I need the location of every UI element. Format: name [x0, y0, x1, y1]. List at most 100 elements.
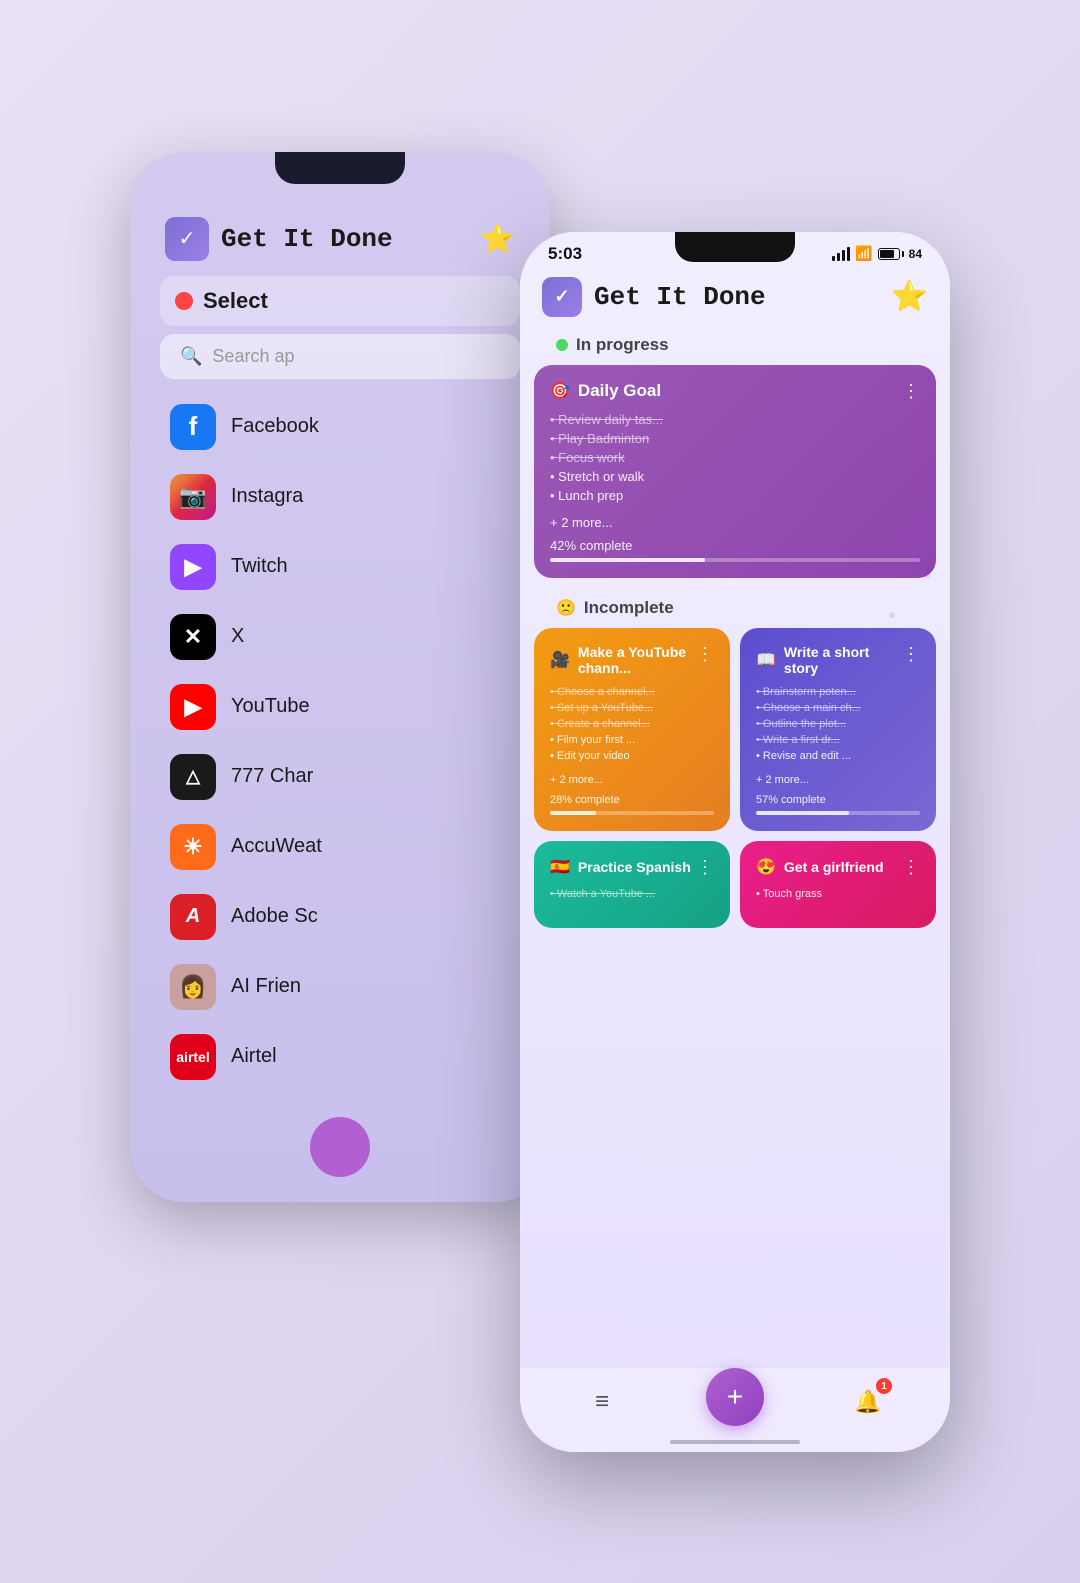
- progress-story: 57% complete: [756, 794, 920, 815]
- card-tasks-youtube: • Choose a channel... • Set up a YouTube…: [550, 684, 714, 764]
- card-menu-story[interactable]: ⋮: [902, 644, 920, 665]
- progress-bar-fill-story: [756, 811, 849, 815]
- x-icon: ✕: [170, 614, 216, 660]
- card-menu-girlfriend[interactable]: ⋮: [902, 857, 920, 878]
- wifi-icon: 📶: [855, 245, 872, 262]
- youtube-icon: ▶: [170, 684, 216, 730]
- progress-bar-fill-youtube: [550, 811, 596, 815]
- card-title-spanish: Practice Spanish: [578, 859, 691, 875]
- back-header: ✓ Get It Done ⭐: [150, 202, 530, 271]
- task-item: • Watch a YouTube ...: [550, 886, 714, 902]
- card-emoji-girlfriend: 😍: [756, 857, 776, 877]
- back-app-item-airtel[interactable]: airtel Airtel: [155, 1022, 525, 1092]
- card-tasks-girlfriend: • Touch grass: [756, 886, 920, 902]
- card-menu-youtube[interactable]: ⋮: [696, 644, 714, 665]
- scene: ✓ Get It Done ⭐ Select 🔍 Search ap f: [130, 92, 950, 1492]
- app-header: ✓ Get It Done ⭐: [520, 269, 950, 327]
- card-title-daily-goal: Daily Goal: [578, 381, 661, 401]
- battery-percent: 84: [909, 247, 922, 261]
- accuweather-icon: ☀: [170, 824, 216, 870]
- front-phone-screen: 5:03 📶 84: [520, 232, 950, 1452]
- back-app-name-accuweather: AccuWeat: [231, 835, 322, 858]
- card-tasks-spanish: • Watch a YouTube ...: [550, 886, 714, 902]
- card-emoji-youtube: 🎥: [550, 650, 570, 670]
- back-red-dot: [175, 292, 193, 310]
- card-tasks-story: • Brainstorm poten... • Choose a main ch…: [756, 684, 920, 764]
- airtel-icon: airtel: [170, 1034, 216, 1080]
- back-app-name-x: X: [231, 625, 244, 648]
- front-phone-notch: [675, 232, 795, 262]
- card-more-story: + 2 more...: [756, 774, 920, 786]
- facebook-icon: f: [170, 404, 216, 450]
- progress-bar-bg-youtube: [550, 811, 714, 815]
- card-short-story[interactable]: 📖 Write a short story ⋮ • Brainstorm pot…: [740, 628, 936, 831]
- back-star-icon: ⭐: [480, 222, 515, 255]
- card-title-girlfriend: Get a girlfriend: [784, 859, 884, 875]
- back-search-text: Search ap: [212, 346, 294, 367]
- back-phone-notch: [275, 152, 405, 184]
- back-app-name-instagram: Instagra: [231, 485, 303, 508]
- status-icons: 📶 84: [832, 245, 922, 262]
- back-app-name-twitch: Twitch: [231, 555, 288, 578]
- card-emoji-spanish: 🇪🇸: [550, 857, 570, 877]
- card-header: 🎯 Daily Goal ⋮: [550, 381, 920, 402]
- back-header-title: Get It Done: [221, 224, 393, 254]
- task-item: • Play Badminton: [550, 429, 920, 448]
- task-item: • Film your first ...: [550, 732, 714, 748]
- progress-bar-fill-daily-goal: [550, 558, 705, 562]
- signal-bars-icon: [832, 247, 850, 261]
- task-item: • Choose a channel...: [550, 684, 714, 700]
- task-item: • Focus work: [550, 448, 920, 467]
- twitch-icon: ▶: [170, 544, 216, 590]
- menu-icon: ≡: [595, 1388, 609, 1416]
- app-title: Get It Done: [594, 282, 766, 312]
- back-app-name-777char: 777 Char: [231, 765, 313, 788]
- back-phone-screen: ✓ Get It Done ⭐ Select 🔍 Search ap f: [130, 152, 550, 1202]
- card-emoji-daily-goal: 🎯: [550, 381, 570, 401]
- back-app-item-777char[interactable]: △ 777 Char: [155, 742, 525, 812]
- card-tasks-daily-goal: • Review daily tas... • Play Badminton •…: [550, 410, 920, 505]
- back-app-item-youtube[interactable]: ▶ YouTube: [155, 672, 525, 742]
- task-item: • Create a channel...: [550, 716, 714, 732]
- back-app-item-twitch[interactable]: ▶ Twitch: [155, 532, 525, 602]
- app-star-icon: ⭐: [891, 279, 928, 314]
- task-item: • Brainstorm poten...: [756, 684, 920, 700]
- card-daily-goal[interactable]: 🎯 Daily Goal ⋮ • Review daily tas... • P…: [534, 365, 936, 578]
- instagram-icon: 📷: [170, 474, 216, 520]
- back-app-item-accuweather[interactable]: ☀ AccuWeat: [155, 812, 525, 882]
- incomplete-label: Incomplete: [584, 598, 674, 618]
- card-menu-spanish[interactable]: ⋮: [696, 857, 714, 878]
- back-app-item-adobe[interactable]: A Adobe Sc: [155, 882, 525, 952]
- task-item: • Outline the plot...: [756, 716, 920, 732]
- progress-youtube: 28% complete: [550, 794, 714, 815]
- home-indicator: [670, 1440, 800, 1444]
- main-content[interactable]: In progress 🎯 Daily Goal ⋮ • Review dail…: [520, 327, 950, 1392]
- card-youtube-channel[interactable]: 🎥 Make a YouTube chann... ⋮ • Choose a c…: [534, 628, 730, 831]
- card-more-daily-goal: + 2 more...: [550, 515, 920, 530]
- progress-daily-goal: 42% complete: [550, 538, 920, 562]
- nav-notify-button[interactable]: 🔔 1: [848, 1382, 888, 1422]
- back-select-row[interactable]: Select: [160, 276, 520, 326]
- notify-icon: 🔔: [854, 1389, 881, 1415]
- back-search-row[interactable]: 🔍 Search ap: [160, 334, 520, 379]
- in-progress-label: In progress: [576, 335, 669, 355]
- back-purple-button[interactable]: [310, 1117, 370, 1177]
- nav-add-button[interactable]: +: [706, 1368, 764, 1426]
- card-get-girlfriend[interactable]: 😍 Get a girlfriend ⋮ • Touch grass: [740, 841, 936, 928]
- card-menu-daily-goal[interactable]: ⋮: [902, 381, 920, 402]
- nav-menu-button[interactable]: ≡: [582, 1382, 622, 1422]
- back-app-item-x[interactable]: ✕ X: [155, 602, 525, 672]
- back-select-label: Select: [203, 288, 268, 314]
- back-app-item-instagram[interactable]: 📷 Instagra: [155, 462, 525, 532]
- back-app-name-airtel: Airtel: [231, 1045, 277, 1068]
- card-practice-spanish[interactable]: 🇪🇸 Practice Spanish ⋮ • Watch a YouTube …: [534, 841, 730, 928]
- back-app-item-aifriend[interactable]: 👩 AI Frien: [155, 952, 525, 1022]
- back-app-list: f Facebook 📷 Instagra ▶ Twitch: [150, 387, 530, 1097]
- app-logo: ✓: [542, 277, 582, 317]
- task-item: • Review daily tas...: [550, 410, 920, 429]
- back-app-item-facebook[interactable]: f Facebook: [155, 392, 525, 462]
- card-more-youtube: + 2 more...: [550, 774, 714, 786]
- task-item: • Lunch prep: [550, 486, 920, 505]
- task-item: • Write a first dr...: [756, 732, 920, 748]
- back-search-icon: 🔍: [180, 346, 202, 367]
